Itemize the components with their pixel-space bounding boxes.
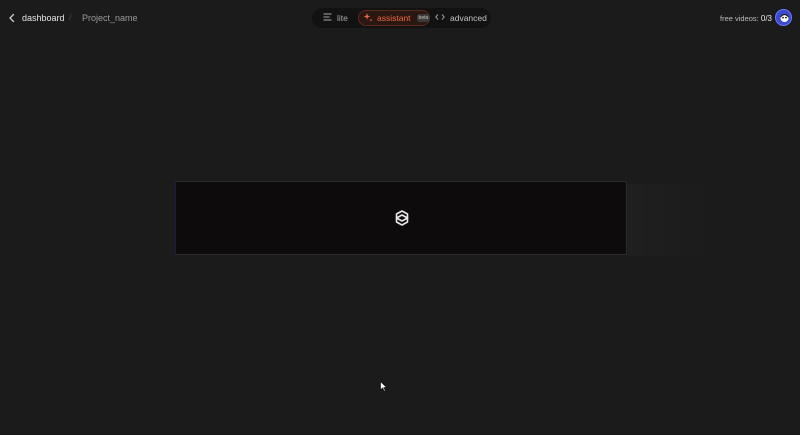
- avatar[interactable]: [775, 9, 792, 26]
- mode-lite-button[interactable]: lite: [315, 10, 358, 26]
- chevron-left-icon: [8, 13, 16, 23]
- mode-assistant-button[interactable]: assistant beta: [358, 10, 431, 26]
- video-preview[interactable]: [175, 181, 627, 255]
- code-icon: [435, 13, 445, 23]
- mode-advanced-label: advanced: [450, 13, 487, 23]
- lines-icon: [323, 13, 332, 23]
- mode-switcher: lite assistant beta advanced: [312, 8, 491, 28]
- mouse-pointer-icon: [380, 379, 388, 397]
- mode-assistant-label: assistant: [377, 13, 411, 23]
- mode-lite-label: lite: [337, 13, 348, 23]
- breadcrumb-separator: /: [69, 12, 72, 22]
- mode-advanced-button[interactable]: advanced: [430, 10, 488, 26]
- app-logo-icon: [395, 210, 409, 226]
- back-to-dashboard-link[interactable]: dashboard: [8, 9, 65, 27]
- top-bar: dashboard / Project_name lite assistant: [0, 0, 800, 36]
- project-name[interactable]: Project_name: [82, 13, 138, 23]
- dashboard-label: dashboard: [22, 13, 65, 23]
- beta-badge: beta: [416, 14, 431, 22]
- sparkle-icon: [363, 12, 373, 24]
- user-face-icon: [776, 10, 791, 25]
- preview-shadow: [628, 184, 708, 256]
- free-videos-quota: free videos: 0/3: [720, 14, 772, 23]
- app-window: dashboard / Project_name lite assistant: [0, 0, 800, 435]
- free-videos-label: free videos:: [720, 14, 759, 23]
- free-videos-count: 0/3: [760, 14, 772, 23]
